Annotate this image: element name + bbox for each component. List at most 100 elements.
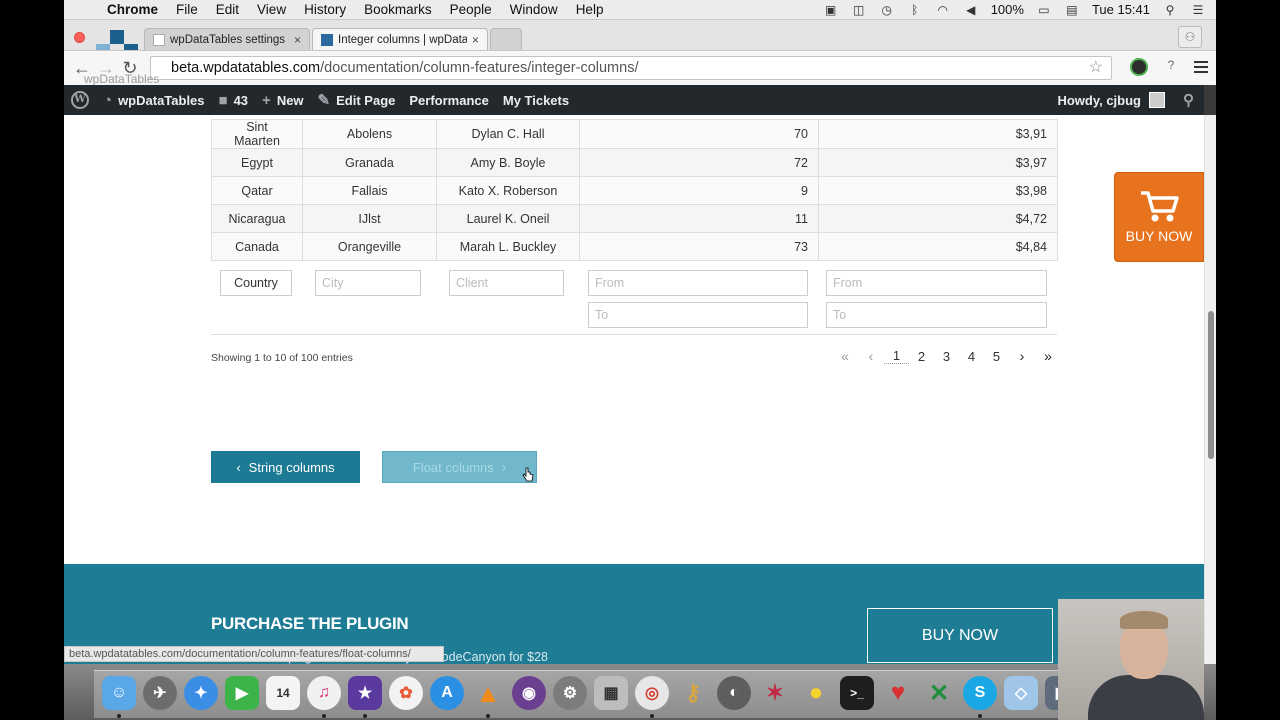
buy-now-button[interactable]: BUY NOW (867, 608, 1053, 663)
admin-comments[interactable]: ■ 43 (212, 85, 256, 115)
menu-file[interactable]: File (167, 0, 207, 20)
menu-history[interactable]: History (295, 0, 355, 20)
floating-buy-now-label: BUY NOW (1125, 228, 1193, 244)
evernote-icon[interactable]: ◐ (717, 676, 751, 710)
menu-bookmarks[interactable]: Bookmarks (355, 0, 441, 20)
close-tab-icon[interactable]: × (472, 33, 479, 47)
tab-integer-columns[interactable]: Integer columns | wpDataT × (312, 28, 488, 50)
admin-account[interactable]: Howdy, cjbug ⚲ (1057, 91, 1204, 109)
system-preferences-icon[interactable]: ⚙ (553, 676, 587, 710)
battery-icon[interactable]: ▭ (1036, 4, 1052, 16)
calendar-icon[interactable]: 14 (266, 676, 300, 710)
finder-icon[interactable]: ☺ (102, 676, 136, 710)
cyberduck-icon[interactable]: ● (799, 676, 833, 710)
excel-icon[interactable]: ✕ (922, 676, 956, 710)
previous-page-icon[interactable]: ‹ (858, 348, 884, 364)
bluetooth-icon[interactable]: ᛒ (907, 4, 923, 16)
skype-status-icon[interactable]: ◫ (851, 4, 867, 16)
admin-performance[interactable]: Performance (402, 85, 495, 115)
volume-icon[interactable]: ◀ (963, 4, 979, 16)
wp-logo-menu[interactable]: W (64, 85, 96, 115)
address-bar[interactable]: beta.wpdatatables.com/documentation/colu… (150, 56, 1112, 80)
admin-site-name[interactable]: ◔ wpDataTables (96, 85, 212, 115)
tab-wpdatatables-settings[interactable]: wpDataTables settings ‹ wp × (144, 28, 310, 50)
us-flag-icon[interactable]: ▤ (1064, 4, 1080, 16)
strawberry-icon[interactable]: ♥ (881, 676, 915, 710)
last-page-icon[interactable]: » (1035, 348, 1061, 364)
page-3[interactable]: 3 (934, 349, 959, 364)
admin-edit-page[interactable]: ✎ Edit Page (311, 85, 403, 115)
vlc-icon[interactable]: ▲ (471, 676, 505, 710)
calculator-icon[interactable]: ▦ (594, 676, 628, 710)
next-page-icon[interactable]: › (1009, 348, 1035, 364)
spotlight-search-icon[interactable]: ⚲ (1162, 4, 1178, 16)
wifi-icon[interactable]: ◠ (935, 4, 951, 16)
menubar-clock[interactable]: Tue 15:41 (1092, 2, 1150, 17)
camera-icon[interactable]: ▣ (823, 4, 839, 16)
dragon-icon[interactable]: ✶ (758, 676, 792, 710)
client-filter-input[interactable]: Client (449, 270, 564, 296)
photos-icon[interactable]: ✿ (389, 676, 423, 710)
menu-view[interactable]: View (248, 0, 295, 20)
battery-percent[interactable]: 100% (991, 2, 1024, 17)
new-tab-button[interactable] (490, 28, 522, 50)
imovie-icon[interactable]: ★ (348, 676, 382, 710)
bookmark-star-icon[interactable]: ☆ (1089, 57, 1103, 79)
avatar[interactable] (1149, 92, 1165, 108)
cell-city: Granada (302, 148, 437, 177)
facetime-icon[interactable]: ▶ (225, 676, 259, 710)
next-doc-button[interactable]: Float columns › (382, 451, 537, 483)
menu-edit[interactable]: Edit (207, 0, 248, 20)
cell-city: Fallais (302, 176, 437, 205)
box-icon[interactable]: ◇ (1004, 676, 1038, 710)
admin-search-icon[interactable]: ⚲ (1183, 91, 1194, 109)
skype-icon[interactable]: S (963, 676, 997, 710)
close-window-button[interactable] (74, 32, 85, 43)
tor-icon[interactable]: ◉ (512, 676, 546, 710)
terminal-icon[interactable]: >_ (840, 676, 874, 710)
close-tab-icon[interactable]: × (294, 33, 301, 47)
hangouts-extension-icon[interactable]: ? (1162, 58, 1180, 76)
city-filter-input[interactable]: City (315, 270, 421, 296)
previous-doc-label: String columns (248, 459, 335, 475)
page-4[interactable]: 4 (959, 349, 984, 364)
site-name-label: wpDataTables (118, 92, 205, 108)
quantity-to-input[interactable]: To (588, 302, 808, 328)
cell-country: Sint Maarten (211, 119, 303, 149)
cell-price: $3,98 (818, 176, 1058, 205)
appstore-icon[interactable]: A (430, 676, 464, 710)
previous-doc-button[interactable]: ‹ String columns (211, 451, 360, 483)
admin-my-tickets[interactable]: My Tickets (496, 85, 576, 115)
menu-app-chrome[interactable]: Chrome (98, 0, 167, 20)
chrome-icon[interactable]: ◎ (635, 676, 669, 710)
itunes-icon[interactable]: ♫ (307, 676, 341, 710)
running-indicator (117, 714, 121, 718)
admin-new[interactable]: + New (255, 85, 311, 115)
page-scrollbar[interactable] (1204, 115, 1216, 664)
menu-help[interactable]: Help (567, 0, 613, 20)
page-1[interactable]: 1 (884, 348, 909, 364)
menu-window[interactable]: Window (501, 0, 567, 20)
extension-icon[interactable] (1130, 58, 1148, 76)
chrome-menu-icon[interactable] (1194, 61, 1208, 73)
time-machine-icon[interactable]: ◷ (879, 4, 895, 16)
floating-buy-now-button[interactable]: BUY NOW (1114, 172, 1204, 262)
keychain-icon[interactable]: ⚷ (676, 676, 710, 710)
notification-center-icon[interactable]: ☰ (1190, 4, 1206, 16)
safari-icon[interactable]: ✦ (184, 676, 218, 710)
page-2[interactable]: 2 (909, 349, 934, 364)
first-page-icon[interactable]: « (832, 348, 858, 364)
price-from-input[interactable]: From (826, 270, 1047, 296)
pencil-icon: ✎ (317, 92, 331, 109)
price-to-input[interactable]: To (826, 302, 1047, 328)
page-5[interactable]: 5 (984, 349, 1009, 364)
country-filter-select[interactable]: Country (220, 270, 292, 296)
scrollbar-thumb[interactable] (1208, 311, 1214, 459)
table-row: Egypt Granada Amy B. Boyle 72 $3,97 (211, 148, 1058, 177)
wordpress-icon: W (71, 91, 89, 109)
profile-icon[interactable]: ⚇ (1178, 26, 1202, 48)
table-row: Nicaragua IJlst Laurel K. Oneil 11 $4,72 (211, 204, 1058, 233)
quantity-from-input[interactable]: From (588, 270, 808, 296)
launchpad-icon[interactable]: ✈ (143, 676, 177, 710)
menu-people[interactable]: People (441, 0, 501, 20)
